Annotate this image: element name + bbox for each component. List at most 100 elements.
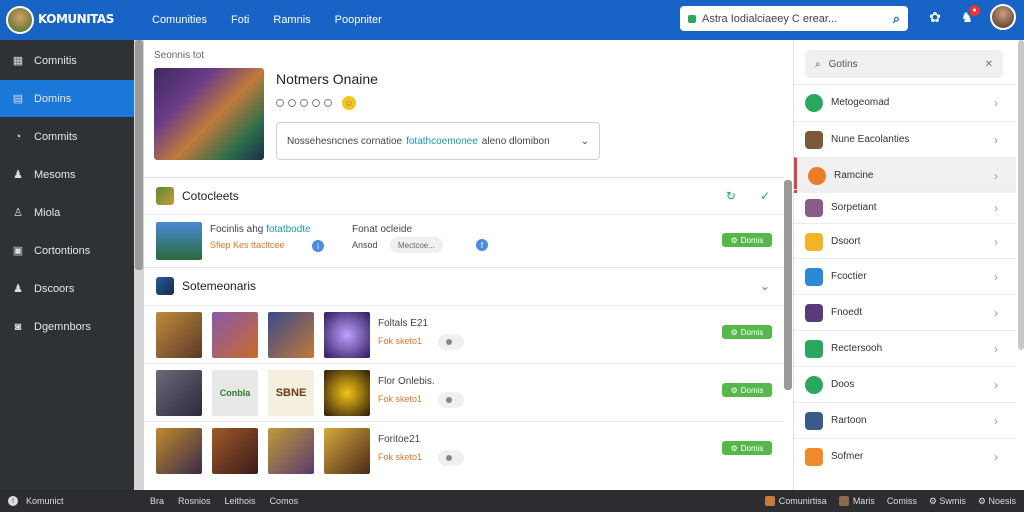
nav-item-foti[interactable]: Foti [231, 14, 249, 26]
hero-dropdown[interactable]: Nossehesncnes cornatioe fotathcoemonee a… [276, 122, 600, 160]
row-thumbnail [156, 222, 202, 260]
shield-icon [805, 267, 823, 286]
rating-dot[interactable] [300, 99, 308, 107]
chevron-right-icon: › [994, 234, 998, 249]
bottom-link[interactable]: Rosnios [178, 496, 211, 506]
sidebar-item-dscoors[interactable]: ♟ Dscoors [0, 270, 134, 307]
panel-item-sorpetiant[interactable]: Sorpetiant › [794, 189, 1016, 225]
right-panel-scrollbar[interactable] [1018, 40, 1024, 350]
join-button[interactable]: ⚙ Domis [722, 325, 772, 339]
sidebar-scrollbar[interactable] [134, 40, 144, 490]
bottom-link[interactable]: Comos [270, 496, 299, 506]
bottom-right-item[interactable]: Comiss [887, 496, 917, 506]
panel-item-rartoon[interactable]: Rartoon › [794, 402, 1016, 438]
sidebar-item-comnitis[interactable]: ▦ Comnitis [0, 42, 134, 79]
section-header-collections[interactable]: Cotocleets ↻ ✓ [144, 177, 784, 213]
table-row[interactable]: Conbla SBNE Flor Onlebis. Fok sketo1 ⚙ D… [144, 363, 784, 421]
chevron-right-icon: › [994, 413, 998, 428]
rating-dot[interactable] [276, 99, 284, 107]
app-title: KOMUNITAS [38, 12, 114, 26]
row-thumbnail [324, 428, 370, 474]
tag-pill[interactable] [438, 334, 464, 350]
chat-icon: ◔ [14, 130, 22, 143]
panel-item-dsoort[interactable]: Dsoort › [794, 223, 1016, 259]
people-icon: ♟ [13, 283, 23, 295]
sidebar-item-mesoms[interactable]: ♟ Mesoms [0, 156, 134, 193]
nav-item-ramnis[interactable]: Ramnis [273, 14, 310, 26]
chevron-right-icon: › [994, 132, 998, 147]
chevron-right-icon: › [994, 168, 998, 183]
notifications-icon[interactable]: ♞ ● [958, 5, 980, 26]
row-thumbnail: SBNE [268, 370, 314, 416]
rating-dots[interactable]: ☺ [276, 96, 356, 110]
user-avatar[interactable] [990, 4, 1016, 30]
rating-dot[interactable] [312, 99, 320, 107]
table-row[interactable]: Focinlis ahg fotatbodte Sfiep Kes ttaclt… [144, 214, 784, 266]
section-header-sotemeonaris[interactable]: Sotemeonaris ⌄ [144, 267, 784, 303]
bottom-right-item[interactable]: ⚙ Swmis [929, 496, 966, 507]
puzzle-icon[interactable]: ✿ [926, 8, 944, 26]
hero-image[interactable] [154, 68, 264, 160]
tag-pill[interactable] [438, 450, 464, 466]
row-thumbnail [156, 370, 202, 416]
rating-dot[interactable] [288, 99, 296, 107]
rating-dot[interactable] [324, 99, 332, 107]
table-row[interactable]: Foritoe21 Fok sketo1 ⚙ Domis [144, 421, 784, 479]
gear-icon: ⚙ [928, 495, 940, 506]
check-icon[interactable]: ✓ [760, 189, 770, 203]
sidebar-item-miola[interactable]: ♙ Miola [0, 194, 134, 231]
panel-item-fcoctier[interactable]: Fcoctier › [794, 258, 1016, 294]
join-button[interactable]: ⚙ Domis [722, 383, 772, 397]
sidebar-item-dgemnbors[interactable]: ◙ Dgemnbors [0, 308, 134, 345]
panel-item-rectersooh[interactable]: Rectersooh › [794, 330, 1016, 366]
search-box: ⌕ [680, 6, 908, 31]
chevron-down-icon[interactable]: ⌄ [760, 279, 770, 293]
chevron-right-icon: › [994, 377, 998, 392]
top-bar: KOMUNITAS Comunities Foti Ramnis Poopnit… [0, 0, 1024, 40]
table-row[interactable]: Foltals E21 Fok sketo1 ⚙ Domis [144, 305, 784, 363]
smile-icon[interactable]: ☺ [342, 96, 356, 110]
main-scrollbar[interactable] [784, 180, 792, 390]
app-logo[interactable]: KOMUNITAS [0, 0, 134, 40]
nav-item-communities[interactable]: Comunities [152, 14, 207, 26]
panel-item-metogeomad[interactable]: Metogeomad › [794, 84, 1016, 120]
sidebar-scroll-thumb[interactable] [135, 40, 143, 270]
bottom-right-item[interactable]: ⚙ Noesis [978, 496, 1016, 507]
join-button[interactable]: ⚙ Domis [722, 233, 772, 247]
chat-bubble-icon [805, 232, 823, 251]
green-circle-icon [805, 375, 823, 394]
tag-pill[interactable] [438, 392, 464, 408]
notification-badge: ● [969, 5, 980, 16]
nav-item-popular[interactable]: Poopniter [335, 14, 382, 26]
info-icon[interactable]: i [312, 240, 324, 252]
sidebar-item-cortontions[interactable]: ▣ Cortontions [0, 232, 134, 269]
bottom-app-label[interactable]: Komunict [26, 496, 64, 506]
panel-search[interactable]: ⌕ Gotins ✕ [805, 50, 1003, 78]
panel-item-sofmer[interactable]: Sofmer › [794, 438, 1016, 474]
panel-item-nune[interactable]: Nune Eacolanties › [794, 121, 1016, 157]
sidebar-item-commits[interactable]: ◔ Commits [0, 118, 134, 155]
panel-item-fnoedt[interactable]: Fnoedt › [794, 294, 1016, 330]
hero-title: Notmers Onaine [276, 71, 378, 87]
search-input[interactable] [702, 12, 887, 25]
panel-item-doos[interactable]: Doos › [794, 366, 1016, 402]
bottom-link[interactable]: Leithois [225, 496, 256, 506]
join-button[interactable]: ⚙ Domis [722, 441, 772, 455]
bottom-link[interactable]: Bra [150, 496, 164, 506]
chevron-right-icon: › [994, 305, 998, 320]
row-thumbnail [268, 428, 314, 474]
chevron-down-icon: ⌄ [580, 135, 589, 147]
sidebar-item-domins[interactable]: ▤ Domins [0, 80, 134, 117]
sidebar: ▦ Comnitis ▤ Domins ◔ Commits ♟ Mesoms ♙ Miol… [0, 40, 134, 490]
panel-item-ramcine[interactable]: Ramcine › [794, 157, 1016, 193]
search-icon[interactable]: ⌕ [893, 11, 900, 27]
tag-pill[interactable]: Mectcoe... [390, 237, 443, 253]
bottom-right-item[interactable]: Maris [838, 496, 875, 507]
close-icon[interactable]: ✕ [985, 59, 993, 70]
right-panel: ⌕ Gotins ✕ Metogeomad › Nune Eacolanties ›… [793, 40, 1024, 490]
refresh-icon[interactable]: ↻ [726, 189, 736, 203]
bottom-right-item[interactable]: Comunirtisa [764, 496, 827, 507]
info-icon[interactable]: f [476, 239, 488, 251]
logo-avatar [6, 6, 34, 34]
chevron-right-icon: › [994, 341, 998, 356]
